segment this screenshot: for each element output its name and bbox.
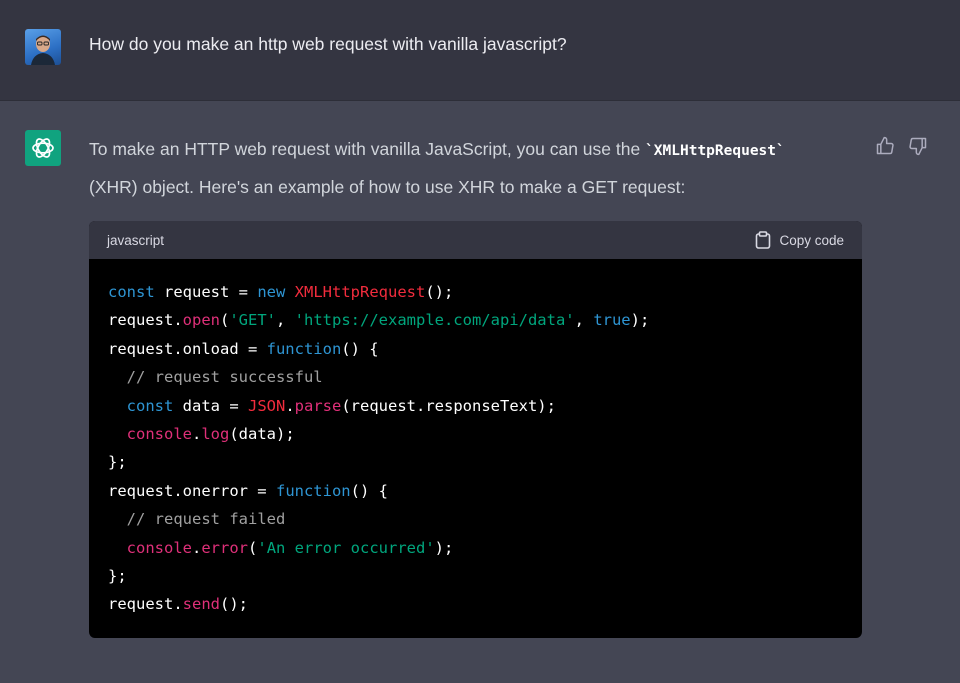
code-content[interactable]: const request = new XMLHttpRequest(); req… [89, 259, 862, 619]
code-line: const data = JSON.parse(request.response… [108, 392, 862, 420]
code-block-header: javascript Copy code [89, 221, 862, 259]
code-block: javascript Copy code const request = new… [89, 221, 862, 638]
code-token: , [276, 311, 295, 330]
code-token: . [192, 538, 202, 557]
code-token: data = [173, 396, 248, 415]
assistant-avatar [25, 130, 61, 166]
code-line: request.onload = function() { [108, 335, 862, 363]
code-token: error [201, 538, 249, 557]
code-token: // request failed [126, 510, 286, 529]
thumbs-up-button[interactable] [874, 135, 896, 157]
code-token: const [126, 396, 174, 415]
code-token: (request.responseText); [341, 396, 556, 415]
code-line: // request successful [108, 363, 862, 391]
code-token: . [285, 396, 295, 415]
code-token: () { [341, 339, 379, 358]
code-token: request = [154, 283, 258, 301]
code-token: ); [630, 311, 650, 330]
code-token: function [266, 339, 342, 358]
code-line: request.open('GET', 'https://example.com… [108, 306, 862, 334]
code-token: const [108, 283, 155, 301]
code-token: true [593, 311, 631, 330]
code-token: parse [294, 396, 342, 415]
copy-code-label: Copy code [779, 232, 844, 248]
code-token: function [275, 481, 351, 500]
code-token: 'An error occurred' [257, 538, 435, 557]
code-token: 'https://example.com/api/data' [294, 311, 575, 330]
thumbs-down-icon [909, 137, 927, 156]
code-token: console [126, 538, 192, 557]
code-line: }; [108, 562, 862, 590]
clipboard-icon [756, 231, 771, 249]
code-token: new [257, 283, 286, 301]
code-line: request.onerror = function() { [108, 477, 862, 505]
code-token: console [126, 424, 192, 443]
code-token: 'GET' [229, 311, 276, 330]
code-token: JSON [248, 396, 286, 415]
code-token: () { [350, 481, 388, 500]
answer-line-2: (XHR) object. Here's an example of how t… [89, 177, 686, 197]
code-token: ); [434, 538, 454, 557]
code-token: // request successful [126, 368, 323, 387]
openai-logo-icon [32, 138, 54, 158]
code-token: open [182, 311, 220, 330]
code-line: const request = new XMLHttpRequest(); [108, 278, 862, 306]
code-token: ( [219, 311, 230, 330]
user-avatar [25, 29, 61, 65]
code-token: }; [108, 566, 127, 585]
code-line: // request failed [108, 505, 862, 533]
code-line: console.log(data); [108, 420, 862, 448]
code-token: send [182, 595, 220, 614]
code-line: console.error('An error occurred'); [108, 534, 862, 562]
code-token: request.onerror = [108, 481, 276, 500]
assistant-message-text: To make an HTTP web request with vanilla… [89, 135, 849, 205]
code-token: request. [108, 595, 183, 614]
answer-intro: To make an HTTP web request with vanilla… [89, 139, 646, 159]
code-token: log [201, 424, 230, 443]
code-token: (data); [229, 424, 295, 443]
thumbs-up-icon [876, 136, 894, 155]
code-token: ( [248, 538, 258, 557]
user-avatar-photo [31, 35, 55, 65]
code-token: }; [108, 453, 127, 472]
code-token: . [192, 424, 202, 443]
code-token: request. [108, 311, 183, 330]
copy-code-button[interactable]: Copy code [755, 231, 844, 249]
code-token: XMLHttpRequest [294, 283, 426, 301]
thumbs-down-button[interactable] [907, 135, 929, 157]
assistant-message-row: To make an HTTP web request with vanilla… [0, 101, 960, 683]
answer-line-1: To make an HTTP web request with vanilla… [89, 131, 849, 169]
user-message-row: How do you make an http web request with… [0, 0, 960, 101]
code-token: (); [219, 595, 248, 614]
user-message-text: How do you make an http web request with… [89, 34, 567, 54]
code-token: , [574, 311, 594, 330]
code-line: request.send(); [108, 590, 862, 618]
code-token: request.onload = [108, 339, 267, 358]
code-token: (); [425, 283, 454, 301]
code-line: }; [108, 448, 862, 476]
code-language-label: javascript [107, 232, 165, 248]
inline-code-xmlhttprequest: `XMLHttpRequest` [645, 143, 785, 159]
